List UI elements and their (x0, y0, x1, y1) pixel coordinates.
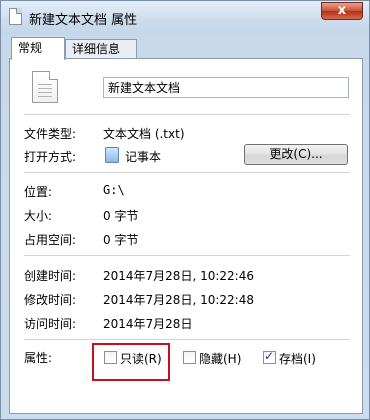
properties-window: 新建文本文档 属性 x 常规 详细信息 文件类型: 文本文档 (.txt) 打开… (0, 0, 370, 420)
file-type-value: 文本文档 (.txt) (103, 127, 185, 141)
close-button[interactable]: x (321, 2, 363, 20)
document-icon (9, 8, 22, 25)
opens-with-value: 记事本 (125, 150, 162, 164)
modified-value: 2014年7月28日, 10:22:48 (103, 293, 254, 307)
text-file-icon (32, 71, 58, 103)
attributes-row: 只读(R) 隐藏(H) 存档(I) (10, 349, 364, 369)
tab-details[interactable]: 详细信息 (65, 39, 137, 59)
hidden-label[interactable]: 隐藏(H) (199, 350, 241, 367)
general-panel: 文件类型: 文本文档 (.txt) 打开方式: 记事本 更改(C)... 位置:… (9, 58, 363, 414)
divider (24, 339, 350, 340)
window-title: 新建文本文档 属性 (29, 13, 138, 28)
location-label: 位置: (24, 185, 53, 199)
size-on-disk-label: 占用空间: (24, 233, 77, 247)
divider (24, 114, 350, 115)
title-bar[interactable]: 新建文本文档 属性 x (1, 1, 369, 34)
divider (24, 172, 350, 173)
accessed-value: 2014年7月28日 (103, 317, 193, 331)
location-value: G:\ (103, 183, 125, 197)
file-type-label: 文件类型: (24, 127, 77, 141)
notepad-icon (105, 147, 119, 163)
divider (24, 255, 350, 256)
tab-general[interactable]: 常规 (11, 37, 65, 60)
archive-label[interactable]: 存档(I) (279, 350, 316, 367)
size-on-disk-value: 0 字节 (103, 233, 139, 247)
readonly-highlight-box (92, 343, 170, 381)
size-value: 0 字节 (103, 209, 139, 223)
accessed-label: 访问时间: (24, 317, 77, 331)
created-label: 创建时间: (24, 269, 77, 283)
opens-with-label: 打开方式: (24, 150, 77, 164)
archive-checkbox[interactable] (263, 349, 276, 364)
hidden-checkbox[interactable] (183, 351, 196, 364)
file-name-input[interactable] (103, 77, 349, 98)
change-button[interactable]: 更改(C)... (244, 144, 348, 165)
created-value: 2014年7月28日, 10:22:46 (103, 269, 254, 283)
modified-label: 修改时间: (24, 293, 77, 307)
size-label: 大小: (24, 209, 53, 223)
